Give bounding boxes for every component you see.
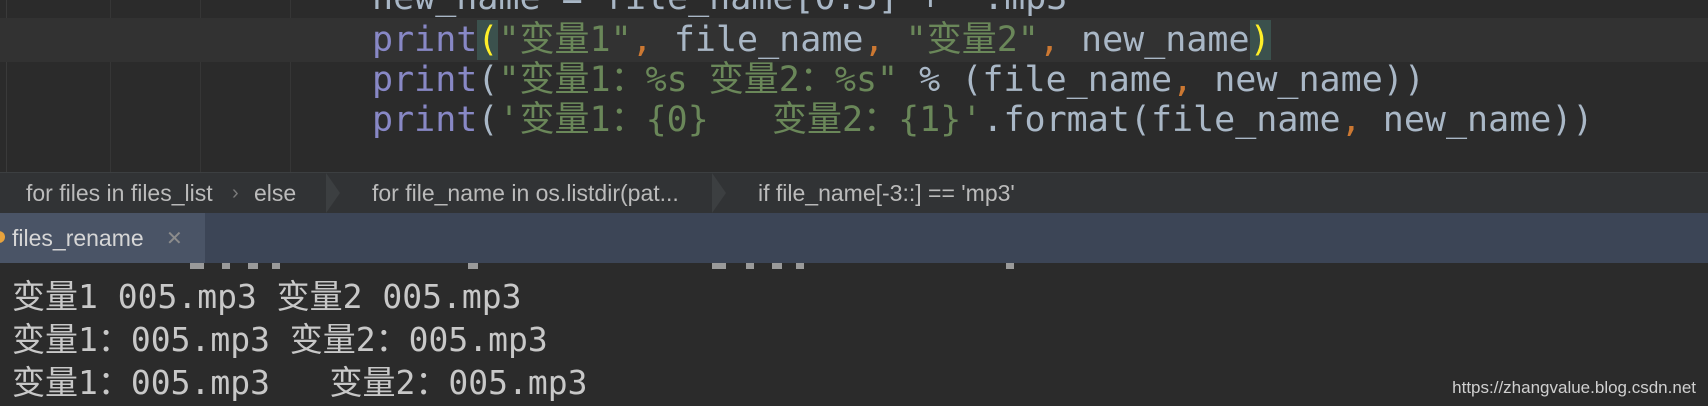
breadcrumb-item-if-file-name[interactable]: if file_name[-3::] == 'mp3': [758, 173, 1015, 213]
code-token: ,: [1340, 100, 1383, 140]
watermark: https://zhangvalue.blog.csdn.net: [1452, 378, 1696, 397]
breadcrumb: for files in files_list › else for file_…: [0, 172, 1708, 213]
code-line[interactable]: new_name = file_name[0:3] + ".mp3": [0, 0, 1708, 20]
code-token: (: [477, 100, 499, 140]
chevron-right-icon: ›: [232, 182, 239, 204]
breadcrumb-item-for-file-name[interactable]: for file_name in os.listdir(pat...: [372, 173, 679, 213]
breadcrumb-separator-icon: [326, 173, 340, 213]
breadcrumb-separator-icon: [712, 173, 726, 213]
clipped-previous-output: [0, 263, 1708, 269]
console-line: 变量1：005.mp3 变量2：005.mp3: [12, 320, 548, 359]
code-line[interactable]: print("变量1：%s 变量2：%s" % (file_name, new_…: [0, 58, 1708, 102]
code-token: print: [372, 60, 478, 100]
run-tool-window-tabs: files_rename ✕: [0, 213, 1708, 263]
console-line: 变量1 005.mp3 变量2 005.mp3: [12, 277, 522, 316]
breadcrumb-item-else[interactable]: else: [254, 173, 296, 213]
code-token: ,: [1038, 20, 1081, 60]
code-token: file_name: [673, 20, 864, 60]
console-line: 变量1：005.mp3 变量2：005.mp3: [12, 363, 588, 402]
code-token: '变量1：{0} 变量2：{1}': [498, 100, 983, 140]
breadcrumb-item-for-files[interactable]: for files in files_list: [26, 173, 213, 213]
code-token: new_name)): [1214, 60, 1425, 100]
run-tab-files-rename[interactable]: files_rename ✕: [0, 213, 205, 263]
code-token: "变量2": [905, 20, 1039, 60]
code-token: "变量1：%s 变量2：%s": [498, 60, 899, 100]
code-token: new_name)): [1382, 100, 1594, 140]
code-token: print: [372, 20, 478, 60]
code-line-text: print("变量1：%s 变量2：%s" % (file_name, new_…: [372, 58, 1425, 102]
code-editor[interactable]: new_name = file_name[0:3] + ".mp3"print(…: [0, 0, 1708, 172]
code-token: print: [372, 100, 478, 140]
close-icon[interactable]: ✕: [166, 213, 183, 263]
run-tab-label: files_rename: [12, 225, 144, 251]
code-line-text: new_name = file_name[0:3] + ".mp3": [372, 0, 1088, 20]
python-run-icon: [0, 231, 5, 243]
code-token: ,: [1172, 60, 1215, 100]
code-line-text: print('变量1：{0} 变量2：{1}'.format(file_name…: [372, 98, 1593, 142]
code-token: ,: [863, 20, 906, 60]
code-token: "变量1": [498, 20, 632, 60]
code-token: % (file_name: [898, 60, 1173, 100]
code-token: (: [477, 20, 499, 60]
code-line-text: print("变量1", file_name, "变量2", new_name): [372, 18, 1271, 62]
code-token: .format(file_name: [982, 100, 1341, 140]
code-token: ): [1249, 20, 1271, 60]
code-token: new_name = file_name[0:3] + ".mp3": [372, 0, 1088, 18]
code-token: (: [477, 60, 499, 100]
code-line-current[interactable]: print("变量1", file_name, "变量2", new_name): [0, 18, 1708, 62]
code-line[interactable]: print('变量1：{0} 变量2：{1}'.format(file_name…: [0, 98, 1708, 142]
code-token: ,: [631, 20, 674, 60]
code-token: new_name: [1081, 20, 1250, 60]
run-console-output[interactable]: 变量1 005.mp3 变量2 005.mp3 变量1：005.mp3 变量2：…: [0, 263, 1708, 406]
